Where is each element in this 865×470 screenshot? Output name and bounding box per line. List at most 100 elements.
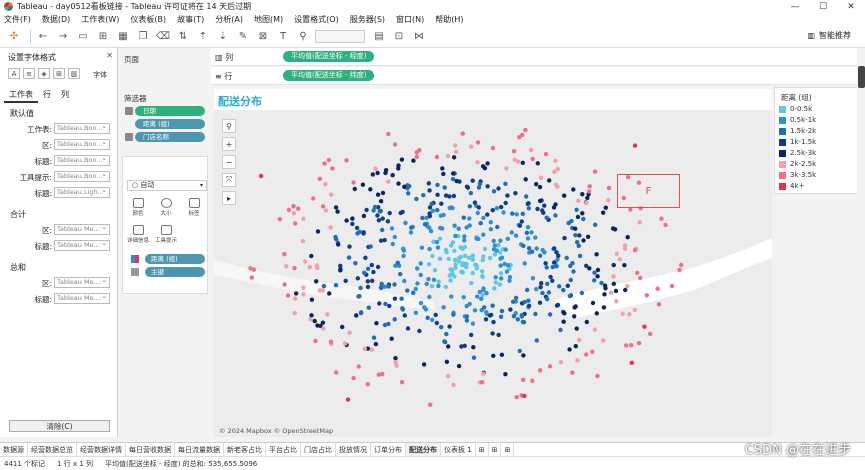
delivery-point[interactable]	[301, 285, 306, 290]
delivery-point[interactable]	[376, 372, 381, 377]
delivery-point[interactable]	[544, 215, 549, 220]
font-dropdown[interactable]: Tableau Boo...	[54, 123, 110, 134]
delivery-point[interactable]	[539, 281, 544, 286]
legend-item[interactable]: 3k-3.5k	[779, 171, 816, 179]
font-dropdown[interactable]: Tableau Boo...	[54, 155, 110, 166]
delivery-point[interactable]	[428, 402, 433, 407]
delivery-point[interactable]	[452, 274, 457, 279]
delivery-point[interactable]	[346, 255, 352, 260]
delivery-point[interactable]	[606, 185, 612, 191]
delivery-point[interactable]	[517, 223, 523, 228]
delivery-point[interactable]	[535, 206, 540, 212]
delivery-point[interactable]	[577, 337, 582, 343]
sheet-tab[interactable]: 每日流量数据	[175, 442, 224, 457]
delivery-point[interactable]	[565, 283, 570, 288]
delivery-point[interactable]	[347, 330, 352, 335]
marks-type-dropdown[interactable]: ○ 自动	[127, 180, 207, 191]
delivery-point[interactable]	[584, 352, 589, 357]
delivery-point[interactable]	[451, 171, 456, 176]
delivery-point[interactable]	[365, 266, 371, 271]
delivery-point[interactable]	[392, 282, 397, 287]
delivery-point[interactable]	[599, 280, 604, 286]
delivery-point[interactable]	[504, 269, 510, 274]
filter-pill-date[interactable]: 日期	[135, 106, 205, 116]
delivery-point[interactable]	[637, 220, 642, 225]
label-button[interactable]: 标签	[183, 198, 205, 220]
delivery-point[interactable]	[402, 313, 407, 318]
delivery-point[interactable]	[444, 359, 450, 364]
delivery-point[interactable]	[421, 193, 426, 198]
delivery-point[interactable]	[492, 286, 497, 291]
delivery-point[interactable]	[300, 239, 306, 244]
delivery-point[interactable]	[517, 348, 522, 354]
delivery-point[interactable]	[371, 335, 377, 340]
share-icon[interactable]: ⋈	[411, 29, 427, 45]
delivery-point[interactable]	[584, 200, 589, 206]
delivery-point[interactable]	[617, 257, 622, 262]
delivery-point[interactable]	[419, 245, 425, 250]
delivery-point[interactable]	[491, 319, 496, 325]
sheet-tab[interactable]: 新老客占比	[224, 442, 266, 457]
delivery-point[interactable]	[472, 200, 478, 205]
delivery-point[interactable]	[365, 284, 371, 290]
font-dropdown[interactable]: Tableau Ligh...	[54, 187, 110, 198]
delivery-point[interactable]	[508, 307, 513, 312]
delivery-point[interactable]	[562, 311, 567, 316]
delivery-point[interactable]	[553, 213, 558, 218]
delivery-point[interactable]	[629, 343, 634, 348]
delivery-point[interactable]	[333, 283, 339, 288]
delivery-point[interactable]	[424, 281, 429, 287]
menu-item-10[interactable]: 帮助(H)	[435, 14, 463, 25]
delivery-point[interactable]	[528, 147, 534, 153]
delivery-point[interactable]	[505, 193, 510, 198]
delivery-point[interactable]	[462, 234, 467, 239]
tooltip-button[interactable]: 工具提示	[155, 225, 177, 247]
delivery-point[interactable]	[526, 206, 531, 211]
align-icon[interactable]: ≡	[23, 68, 35, 79]
delivery-point[interactable]	[371, 208, 376, 213]
presentation-icon[interactable]: ⊡	[391, 29, 407, 45]
delivery-point[interactable]	[655, 286, 660, 291]
delivery-point[interactable]	[498, 314, 504, 319]
delivery-point[interactable]	[351, 180, 356, 185]
delivery-point[interactable]	[436, 279, 441, 284]
delivery-point[interactable]	[530, 378, 535, 383]
delivery-point[interactable]	[593, 222, 598, 227]
menu-item-9[interactable]: 窗口(N)	[396, 14, 424, 25]
delivery-point[interactable]	[378, 238, 384, 243]
delivery-point[interactable]	[659, 216, 664, 221]
delivery-point[interactable]	[491, 353, 496, 358]
delivery-point[interactable]	[380, 227, 385, 233]
delivery-point[interactable]	[553, 158, 558, 163]
minimize-icon[interactable]: —	[781, 0, 809, 13]
delivery-point[interactable]	[557, 284, 562, 289]
delivery-point[interactable]	[475, 210, 480, 216]
delivery-point[interactable]	[451, 193, 457, 199]
delivery-point[interactable]	[437, 236, 443, 241]
delivery-point[interactable]	[369, 347, 375, 352]
sheet-tab[interactable]: 投放情况	[336, 442, 371, 457]
delivery-point[interactable]	[489, 312, 494, 318]
delivery-point[interactable]	[429, 284, 435, 289]
delivery-point[interactable]	[446, 373, 451, 379]
size-button[interactable]: 大小	[155, 198, 177, 220]
delivery-point[interactable]	[399, 380, 405, 385]
delivery-point[interactable]	[461, 295, 466, 300]
delivery-point[interactable]	[362, 346, 368, 351]
new-story-icon[interactable]: ⊞	[501, 442, 515, 457]
delivery-point[interactable]	[301, 292, 306, 297]
delivery-point[interactable]	[464, 318, 470, 323]
delivery-point[interactable]	[537, 300, 543, 305]
delivery-point[interactable]	[548, 274, 553, 280]
delivery-point[interactable]	[415, 266, 420, 271]
delivery-point[interactable]	[499, 204, 504, 210]
delivery-point[interactable]	[282, 282, 287, 287]
delivery-point[interactable]	[624, 343, 629, 348]
save-icon[interactable]: ▭	[75, 29, 91, 45]
filter-pill-distance[interactable]: 距离 (组)	[135, 119, 205, 129]
delivery-point[interactable]	[460, 270, 465, 275]
delivery-point[interactable]	[494, 248, 499, 253]
delivery-point[interactable]	[513, 233, 519, 238]
delivery-point[interactable]	[371, 269, 376, 275]
delivery-point[interactable]	[418, 272, 423, 278]
